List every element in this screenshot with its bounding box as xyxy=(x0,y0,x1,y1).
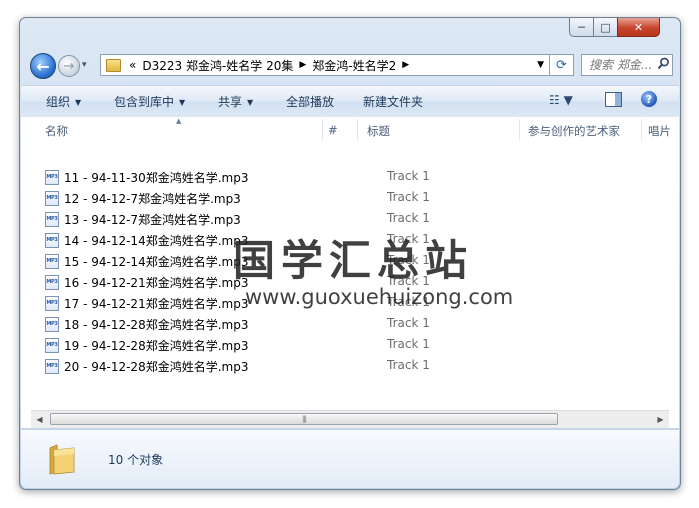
chevron-down-icon: ▼ xyxy=(247,98,254,107)
file-list-pane: ▲ 名称 # 标题 参与创作的艺术家 唱片 MP3 11 - 94-11-30郑… xyxy=(21,117,679,428)
scroll-left-button[interactable]: ◀ xyxy=(31,411,48,428)
file-title: Track 1 xyxy=(387,337,430,351)
back-button[interactable]: ← xyxy=(30,53,56,79)
mp3-file-icon: MP3 xyxy=(45,275,59,290)
column-header-contributing-artists[interactable]: 参与创作的艺术家 xyxy=(528,123,620,139)
mp3-file-icon: MP3 xyxy=(45,191,59,206)
view-options-button[interactable]: ☷ ▼ xyxy=(549,93,573,107)
file-name: 19 - 94-12-28郑金鸿姓名学.mp3 xyxy=(64,339,249,353)
column-divider[interactable] xyxy=(322,119,323,141)
column-divider[interactable] xyxy=(519,119,520,141)
file-name: 13 - 94-12-7郑金鸿姓名学.mp3 xyxy=(64,213,241,227)
forward-button[interactable]: → xyxy=(58,55,80,77)
play-all-button[interactable]: 全部播放 xyxy=(286,93,334,110)
close-button[interactable]: ✕ xyxy=(617,18,660,37)
file-row[interactable]: MP3 12 - 94-12-7郑金鸿姓名学.mp3 Track 1 xyxy=(45,188,645,209)
help-button[interactable]: ? xyxy=(641,91,657,107)
breadcrumb-overflow[interactable]: « xyxy=(129,58,136,72)
explorer-window: ─ □ ✕ ← → ▾ « D3223 郑金鸿-姓名学 20集 ▶ 郑金鸿-姓名… xyxy=(19,17,681,490)
column-header-album[interactable]: 唱片 xyxy=(648,123,671,139)
scroll-right-button[interactable]: ▶ xyxy=(652,411,669,428)
chevron-down-icon: ▼ xyxy=(179,98,186,107)
item-count-status: 10 个对象 xyxy=(108,453,164,467)
column-header-title[interactable]: 标题 xyxy=(367,123,390,139)
file-title: Track 1 xyxy=(387,169,430,183)
file-title: Track 1 xyxy=(387,211,430,225)
details-pane: 10 个对象 xyxy=(21,429,679,488)
watermark-url: www.guoxuehuizong.com xyxy=(245,285,514,309)
folder-icon xyxy=(106,58,121,72)
file-name: 18 - 94-12-28郑金鸿姓名学.mp3 xyxy=(64,318,249,332)
column-header-number[interactable]: # xyxy=(328,123,338,137)
horizontal-scrollbar[interactable]: ◀ ||| ▶ xyxy=(31,410,669,428)
sort-ascending-icon: ▲ xyxy=(176,117,182,125)
include-in-library-button[interactable]: 包含到库中 ▼ xyxy=(114,93,185,110)
file-title: Track 1 xyxy=(387,190,430,204)
address-dropdown-icon[interactable]: ▼ xyxy=(537,60,544,70)
mp3-file-icon: MP3 xyxy=(45,338,59,353)
breadcrumb-separator-icon[interactable]: ▶ xyxy=(299,60,306,70)
watermark-text: 国学汇总站 xyxy=(233,236,474,285)
column-divider[interactable] xyxy=(357,119,358,141)
mp3-file-icon: MP3 xyxy=(45,254,59,269)
file-name: 20 - 94-12-28郑金鸿姓名学.mp3 xyxy=(64,360,249,374)
file-name: 12 - 94-12-7郑金鸿姓名学.mp3 xyxy=(64,192,241,206)
recent-pages-dropdown[interactable]: ▾ xyxy=(82,60,87,70)
breadcrumb-parent[interactable]: D3223 郑金鸿-姓名学 20集 xyxy=(142,57,293,74)
include-in-library-label: 包含到库中 xyxy=(114,95,175,109)
file-name: 17 - 94-12-21郑金鸿姓名学.mp3 xyxy=(64,297,249,311)
chevron-down-icon: ▼ xyxy=(75,98,82,107)
file-title: Track 1 xyxy=(387,358,430,372)
file-title: Track 1 xyxy=(387,316,430,330)
address-bar[interactable]: « D3223 郑金鸿-姓名学 20集 ▶ 郑金鸿-姓名学2 ▶ ▼ xyxy=(100,54,550,76)
search-input[interactable] xyxy=(587,57,657,73)
file-name: 11 - 94-11-30郑金鸿姓名学.mp3 xyxy=(64,171,249,185)
mp3-file-icon: MP3 xyxy=(45,359,59,374)
mp3-file-icon: MP3 xyxy=(45,296,59,311)
breadcrumb-separator-icon[interactable]: ▶ xyxy=(402,60,409,70)
folder-icon xyxy=(49,444,75,475)
file-name: 16 - 94-12-21郑金鸿姓名学.mp3 xyxy=(64,276,249,290)
file-row[interactable]: MP3 18 - 94-12-28郑金鸿姓名学.mp3 Track 1 xyxy=(45,314,645,335)
command-bar: 组织 ▼ 包含到库中 ▼ 共享 ▼ 全部播放 新建文件夹 ☷ ▼ ? xyxy=(21,85,679,118)
breadcrumb-current[interactable]: 郑金鸿-姓名学2 xyxy=(312,57,396,74)
mp3-file-icon: MP3 xyxy=(45,233,59,248)
new-folder-button[interactable]: 新建文件夹 xyxy=(363,93,423,110)
file-row[interactable]: MP3 20 - 94-12-28郑金鸿姓名学.mp3 Track 1 xyxy=(45,356,645,377)
mp3-file-icon: MP3 xyxy=(45,212,59,227)
preview-pane-icon[interactable] xyxy=(605,92,622,107)
search-icon[interactable] xyxy=(657,57,670,74)
organize-label: 组织 xyxy=(46,95,71,109)
file-name: 15 - 94-12-14郑金鸿姓名学.mp3 xyxy=(64,255,249,269)
column-divider[interactable] xyxy=(641,119,642,141)
maximize-button[interactable]: □ xyxy=(593,18,618,37)
refresh-button[interactable]: ⟳ xyxy=(550,54,574,76)
file-row[interactable]: MP3 19 - 94-12-28郑金鸿姓名学.mp3 Track 1 xyxy=(45,335,645,356)
share-button[interactable]: 共享 ▼ xyxy=(218,93,253,110)
column-header-name[interactable]: 名称 xyxy=(45,123,68,139)
mp3-file-icon: MP3 xyxy=(45,170,59,185)
mp3-file-icon: MP3 xyxy=(45,317,59,332)
search-box[interactable] xyxy=(581,54,673,76)
minimize-button[interactable]: ─ xyxy=(569,18,594,37)
file-row[interactable]: MP3 11 - 94-11-30郑金鸿姓名学.mp3 Track 1 xyxy=(45,167,645,188)
share-label: 共享 xyxy=(218,95,243,109)
organize-button[interactable]: 组织 ▼ xyxy=(46,93,81,110)
file-name: 14 - 94-12-14郑金鸿姓名学.mp3 xyxy=(64,234,249,248)
scrollbar-thumb[interactable]: ||| xyxy=(50,413,558,425)
